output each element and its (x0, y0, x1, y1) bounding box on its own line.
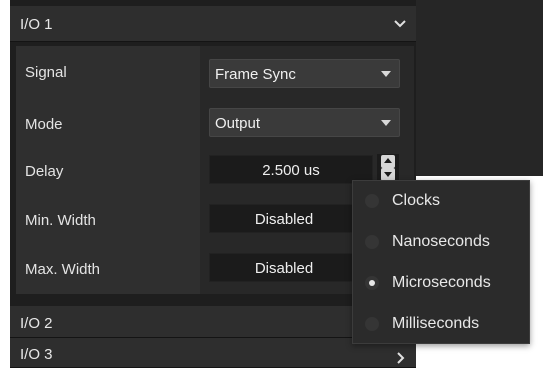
signal-label: Signal (25, 64, 67, 81)
caret-down-icon (381, 120, 391, 126)
unit-option-clocks[interactable]: Clocks (353, 181, 529, 222)
spinner-up-down-icon[interactable] (377, 154, 399, 182)
chevron-right-icon[interactable] (392, 350, 408, 366)
side-area (416, 0, 543, 176)
caret-down-icon (381, 71, 391, 77)
mode-label: Mode (25, 116, 63, 133)
increment-button[interactable] (381, 155, 395, 168)
mode-value: Output (215, 115, 261, 132)
max-width-label: Max. Width (25, 261, 101, 278)
chevron-down-icon[interactable] (392, 15, 408, 31)
unit-option-milliseconds[interactable]: Milliseconds (353, 304, 529, 345)
unit-option-nanoseconds[interactable]: Nanoseconds (353, 222, 529, 263)
max-width-input[interactable]: Disabled (209, 253, 359, 282)
delay-label: Delay (25, 163, 64, 180)
min-width-value: Disabled (254, 211, 314, 228)
delay-value: 2.500 us (262, 162, 320, 179)
signal-dropdown[interactable]: Frame Sync (209, 59, 400, 88)
delay-input[interactable]: 2.500 us (209, 155, 373, 184)
radio-icon (365, 317, 379, 331)
unit-option-label: Clocks (392, 192, 441, 209)
unit-menu: Clocks Nanoseconds Microseconds Millisec… (352, 180, 530, 344)
radio-icon (365, 194, 379, 208)
unit-option-microseconds[interactable]: Microseconds (353, 263, 529, 304)
min-width-input[interactable]: Disabled (209, 204, 359, 233)
unit-option-label: Nanoseconds (392, 233, 490, 250)
section-title-io1: I/O 1 (20, 16, 53, 33)
section-title-io2: I/O 2 (20, 315, 53, 332)
unit-option-label: Milliseconds (392, 315, 480, 332)
unit-option-label: Microseconds (392, 274, 491, 291)
signal-value: Frame Sync (215, 66, 296, 83)
section-header-io1[interactable]: I/O 1 (10, 6, 416, 42)
mode-dropdown[interactable]: Output (209, 108, 400, 137)
radio-selected-icon (365, 276, 379, 290)
radio-icon (365, 235, 379, 249)
min-width-label: Min. Width (25, 212, 96, 229)
max-width-value: Disabled (254, 260, 314, 277)
section-title-io3: I/O 3 (20, 346, 53, 363)
